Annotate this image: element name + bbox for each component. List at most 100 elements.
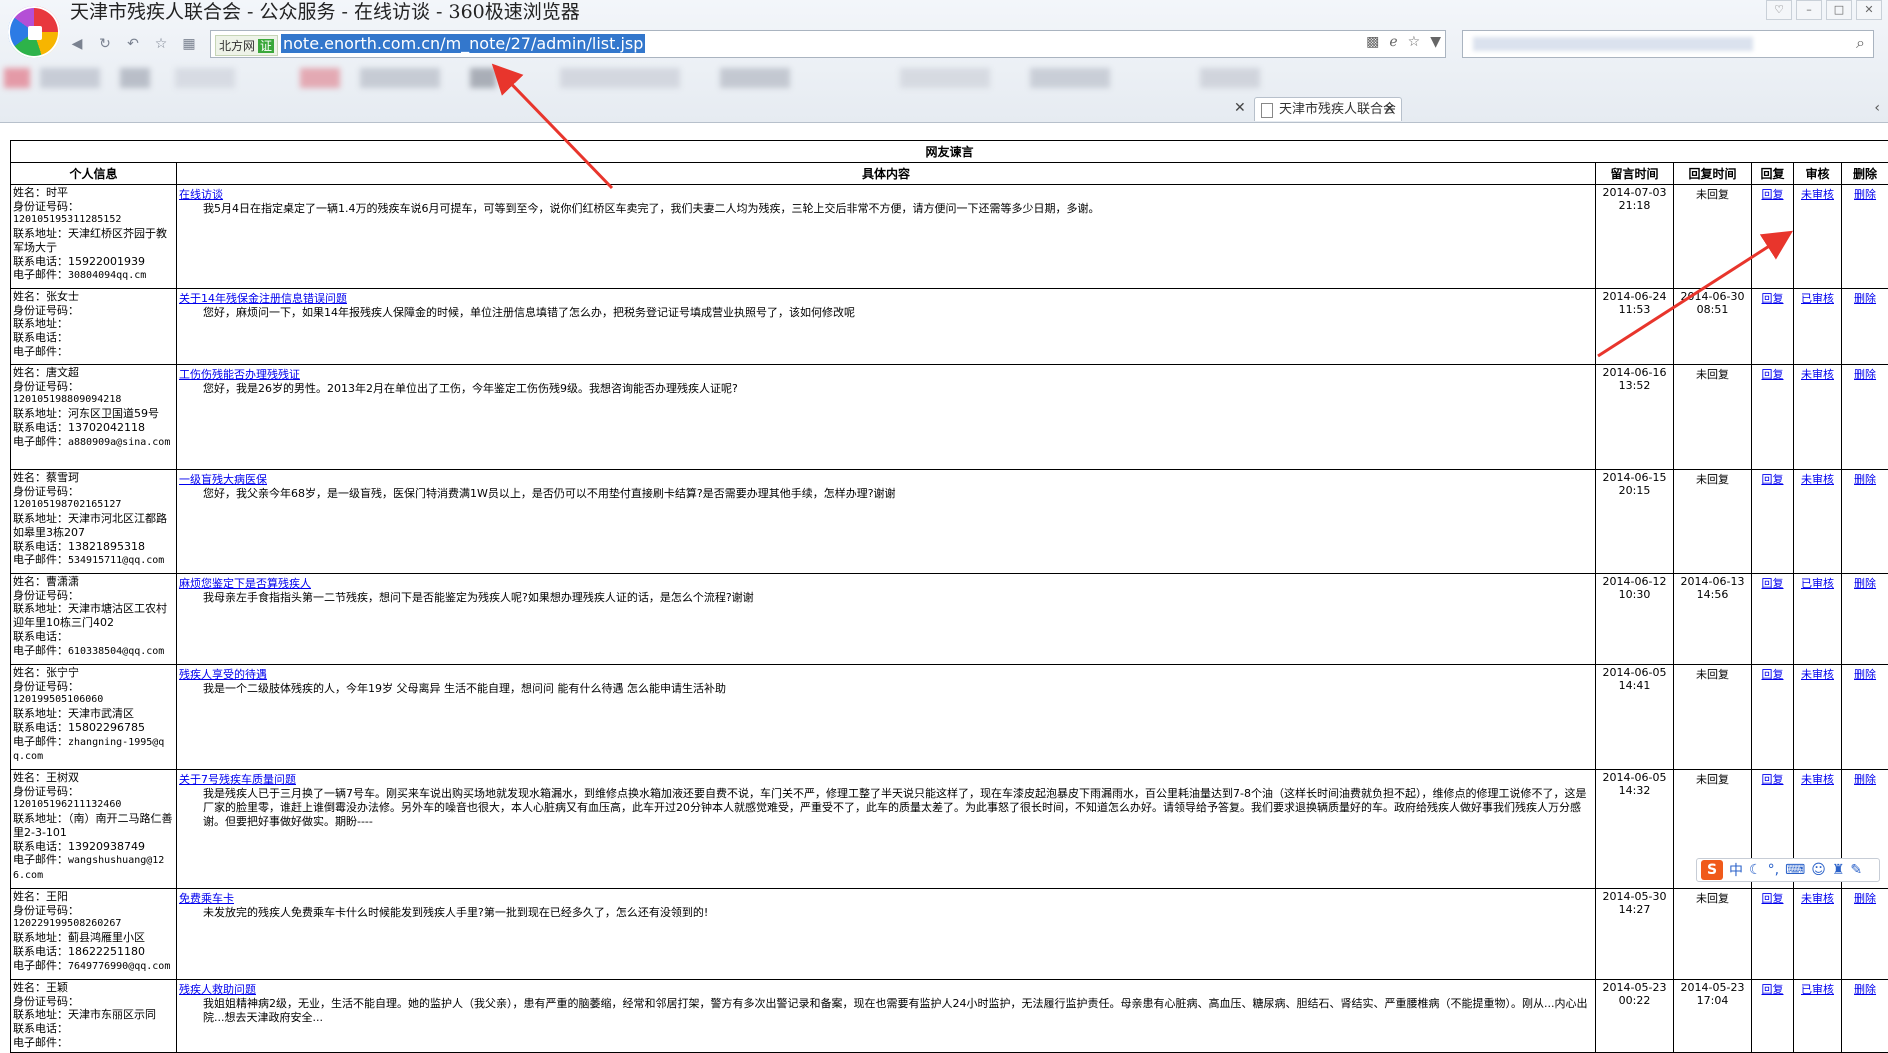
message-subject-link[interactable]: 一级盲残大病医保 <box>179 471 1593 487</box>
field-label: 联系电话： <box>13 1022 174 1036</box>
tab-close-icon[interactable]: ✕ <box>1384 98 1395 122</box>
refresh-icon[interactable]: ↻ <box>94 33 116 55</box>
delete-link[interactable]: 删除 <box>1854 473 1876 486</box>
review-link[interactable]: 未审核 <box>1801 188 1834 201</box>
message-subject-link[interactable]: 麻烦您鉴定下是否算残疾人 <box>179 575 1593 591</box>
field-label: 身份证号码： <box>13 904 79 917</box>
field-label: 电子邮件： <box>13 735 68 748</box>
punctuation-icon[interactable]: °, <box>1768 862 1779 878</box>
back-icon[interactable]: ◀ <box>66 33 88 55</box>
review-link[interactable]: 未审核 <box>1801 773 1834 786</box>
review-link[interactable]: 未审核 <box>1801 668 1834 681</box>
dropdown-icon[interactable]: ▼ <box>1430 34 1441 50</box>
active-tab[interactable]: 天津市残疾人联合会 ✕ <box>1254 97 1402 121</box>
qr-code-icon[interactable]: ▩ <box>1366 34 1379 50</box>
field-label: 联系地址： <box>13 602 68 615</box>
field-label: 姓名：蔡雪珂 <box>13 471 174 485</box>
review-link[interactable]: 已审核 <box>1801 292 1834 305</box>
grid-icon[interactable]: ▦ <box>178 33 200 55</box>
field-label: 21:18 <box>1598 199 1671 212</box>
shirt-icon[interactable]: ♜ <box>1832 862 1845 878</box>
close-window-button[interactable]: ✕ <box>1856 0 1882 20</box>
favorite-star-icon[interactable]: ☆ <box>150 33 172 55</box>
message-body: 您好，我是26岁的男性。2013年2月在单位出了工伤，今年鉴定工伤伤残9级。我想… <box>179 382 1593 396</box>
wrench-icon[interactable]: ✎ <box>1850 862 1862 878</box>
person-email: 534915711@qq.com <box>68 555 164 566</box>
bookmark-star-icon[interactable]: ☆ <box>1408 34 1421 50</box>
delete-link[interactable]: 删除 <box>1854 292 1876 305</box>
person-phone: 15802296785 <box>68 721 145 734</box>
delete-link[interactable]: 删除 <box>1854 983 1876 996</box>
review-link[interactable]: 已审核 <box>1801 983 1834 996</box>
maximize-button[interactable]: □ <box>1826 0 1852 20</box>
message-subject-link[interactable]: 残疾人救助问题 <box>179 981 1593 997</box>
reply-link[interactable]: 回复 <box>1762 368 1784 381</box>
field-label: 身份证号码： <box>13 680 79 693</box>
message-subject-link[interactable]: 残疾人享受的待遇 <box>179 666 1593 682</box>
field-label: 联系地址：（南）南开二马路仁善里2-3-101 <box>13 812 174 839</box>
delete-link[interactable]: 删除 <box>1854 892 1876 905</box>
reply-link[interactable]: 回复 <box>1762 473 1784 486</box>
message-body: 我是一个二级肢体残疾的人，今年19岁 父母离异 生活不能自理，想问问 能有什么待… <box>179 682 1593 696</box>
ie-mode-icon[interactable]: ℯ <box>1389 34 1397 50</box>
field-label: 08:51 <box>1676 303 1749 316</box>
search-icon[interactable]: ⌕ <box>1856 33 1865 53</box>
message-subject-link[interactable]: 关于7号残疾车质量问题 <box>179 771 1593 787</box>
keyboard-icon[interactable]: ⌨ <box>1785 862 1805 878</box>
tab-scroll-icon[interactable]: ‹ <box>1874 100 1880 116</box>
review-link[interactable]: 已审核 <box>1801 577 1834 590</box>
field-label: 姓名：王阳 <box>13 890 174 904</box>
message-subject-link[interactable]: 工伤伤残能否办理残残证 <box>179 366 1593 382</box>
user-icon[interactable]: ☺ <box>1811 862 1826 878</box>
reply-link[interactable]: 回复 <box>1762 983 1784 996</box>
field-label: 联系电话： <box>13 255 68 268</box>
person-info: 姓名：王树双身份证号码：120105196211132460联系地址：（南）南开… <box>11 770 177 889</box>
ime-mode-label[interactable]: 中 <box>1729 860 1743 880</box>
field-label: 2014-06-24 <box>1598 290 1671 303</box>
field-label: 姓名：曹潇潇 <box>13 575 174 589</box>
message-body: 未发放完的残疾人免费乘车卡什么时候能发到残疾人手里?第一批到现在已经多久了，怎么… <box>179 906 1593 920</box>
person-info: 姓名：蔡雪珂身份证号码：120105198702165127联系地址：天津市河北… <box>11 470 177 574</box>
field-label: 2014-05-23 <box>1598 981 1671 994</box>
minimize-button[interactable]: – <box>1796 0 1822 20</box>
field-label: 联系地址： <box>13 512 68 525</box>
field-label: 姓名：张宁宁 <box>13 666 174 680</box>
header-delete: 删除 <box>1842 163 1888 185</box>
review-link[interactable]: 未审核 <box>1801 473 1834 486</box>
message-subject-link[interactable]: 免费乘车卡 <box>179 890 1593 906</box>
field-label: 电子邮件：zhangning-1995@qq.com <box>13 735 174 764</box>
search-box[interactable]: ⌕ <box>1462 30 1874 58</box>
delete-link[interactable]: 删除 <box>1854 773 1876 786</box>
delete-link[interactable]: 删除 <box>1854 577 1876 590</box>
undo-icon[interactable]: ↶ <box>122 33 144 55</box>
review-link[interactable]: 未审核 <box>1801 368 1834 381</box>
sogou-logo-icon[interactable]: S <box>1701 860 1723 880</box>
message-content: 工伤伤残能否办理残残证您好，我是26岁的男性。2013年2月在单位出了工伤，今年… <box>177 365 1596 470</box>
reply-link[interactable]: 回复 <box>1762 668 1784 681</box>
person-info: 姓名：唐文超身份证号码：120105198809094218联系地址：河东区卫国… <box>11 365 177 470</box>
url-text[interactable]: note.enorth.com.cn/m_note/27/admin/list.… <box>281 34 645 53</box>
moon-icon[interactable]: ☾ <box>1749 862 1762 878</box>
field-label: 电子邮件： <box>13 268 68 281</box>
reply-link[interactable]: 回复 <box>1762 773 1784 786</box>
prev-tab-close-icon[interactable]: ✕ <box>1234 100 1246 116</box>
field-label: 身份证号码： <box>13 785 79 798</box>
delete-link[interactable]: 删除 <box>1854 668 1876 681</box>
field-label: 联系电话： <box>13 331 68 344</box>
window-controls: ♡ – □ ✕ <box>1766 0 1882 20</box>
person-name: 张宁宁 <box>46 666 79 679</box>
reply-link[interactable]: 回复 <box>1762 188 1784 201</box>
skin-icon[interactable]: ♡ <box>1766 0 1792 20</box>
message-subject-link[interactable]: 关于14年残保金注册信息错误问题 <box>179 290 1593 306</box>
message-subject-link[interactable]: 在线访谈 <box>179 186 1593 202</box>
reply-link[interactable]: 回复 <box>1762 577 1784 590</box>
browser-logo-icon[interactable] <box>8 6 60 58</box>
reply-link[interactable]: 回复 <box>1762 292 1784 305</box>
delete-link[interactable]: 删除 <box>1854 188 1876 201</box>
address-bar[interactable]: 北方网证 note.enorth.com.cn/m_note/27/admin/… <box>210 30 1446 58</box>
field-label: 2014-07-03 <box>1598 186 1671 199</box>
delete-link[interactable]: 删除 <box>1854 368 1876 381</box>
review-link[interactable]: 未审核 <box>1801 892 1834 905</box>
field-label: 联系地址：天津市东丽区示同 <box>13 1008 174 1022</box>
reply-link[interactable]: 回复 <box>1762 892 1784 905</box>
